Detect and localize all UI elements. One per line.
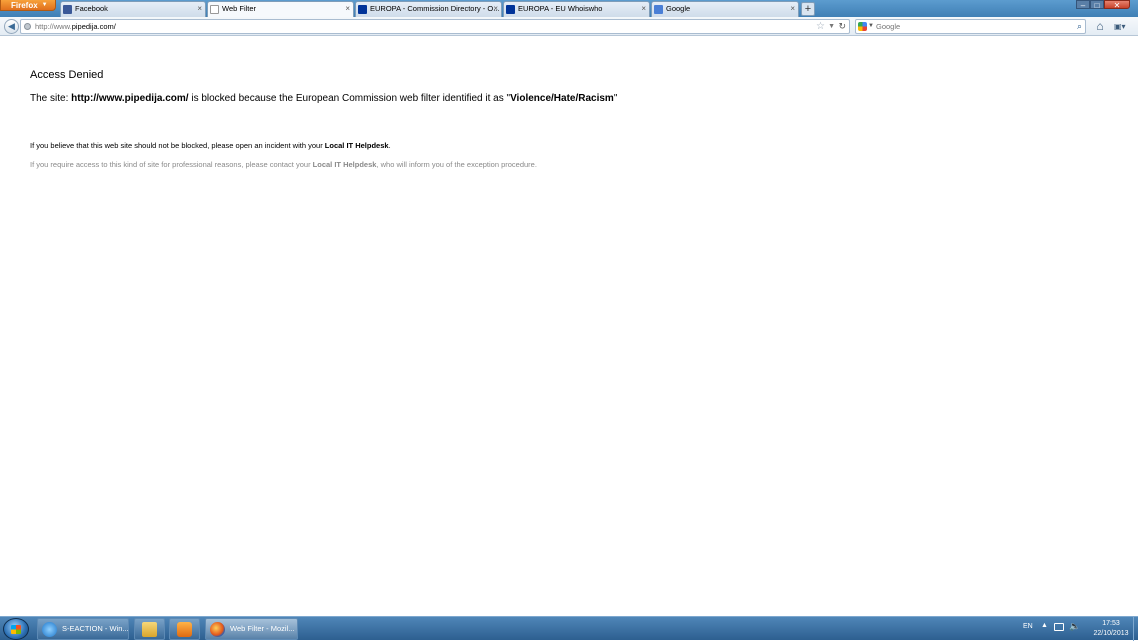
url-prefix: http://www. (35, 22, 72, 31)
task-label: Web Filter - Mozil... (230, 624, 295, 633)
close-icon[interactable]: × (641, 2, 646, 16)
close-icon[interactable]: × (790, 2, 795, 16)
blocked-message: The site: http://www.pipedija.com/ is bl… (30, 93, 617, 104)
chevron-down-icon[interactable]: ▼ (868, 20, 874, 33)
chevron-down-icon: ▼ (41, 2, 48, 9)
facebook-icon (63, 5, 72, 14)
show-desktop-button[interactable] (1133, 617, 1138, 641)
tab-label: Facebook (75, 4, 108, 13)
back-button[interactable]: ◀ (4, 19, 19, 34)
tab-label: EUROPA - EU Whoiswho (518, 4, 603, 13)
url-text: http://www.pipedija.com/ (35, 22, 116, 31)
home-icon: ⌂ (1096, 19, 1104, 33)
close-icon[interactable]: × (197, 2, 202, 16)
internet-explorer-icon (42, 622, 57, 637)
page-content: Access Denied The site: http://www.piped… (0, 37, 1138, 615)
helpdesk-suffix: . (388, 141, 391, 150)
helpdesk-prefix: If you believe that this web site should… (30, 141, 325, 150)
tab-strip: Firefox ▼ Facebook × Web Filter × EUROPA … (0, 0, 1138, 18)
start-button[interactable] (3, 618, 29, 640)
eu-flag-icon (358, 5, 367, 14)
task-label: S-EACTION - Win... (62, 624, 129, 633)
google-engine-icon[interactable] (858, 22, 867, 31)
new-tab-button[interactable]: + (801, 2, 815, 16)
chevron-up-icon[interactable]: ▲ (1041, 622, 1048, 629)
exception-helpdesk: Local IT Helpdesk (312, 160, 377, 169)
blocked-url: http://www.pipedija.com/ (71, 93, 189, 104)
bookmarks-menu-button[interactable]: ▣▾ (1114, 21, 1132, 32)
search-icon[interactable]: ⌕ (1077, 20, 1082, 33)
navigation-toolbar: ◀ http://www.pipedija.com/ ☆ ▼ ↻ ▼ ⌕ ⌂ ▣… (0, 17, 1138, 36)
page-title: Access Denied (30, 69, 104, 81)
taskbar-item-firefox[interactable]: Web Filter - Mozil... (205, 618, 298, 640)
minimize-button[interactable]: – (1076, 0, 1090, 10)
tab-facebook[interactable]: Facebook × (60, 1, 206, 17)
site-identity-icon[interactable] (24, 23, 31, 30)
volume-icon[interactable]: 🔈 (1069, 621, 1080, 632)
clock-time[interactable]: 17:53 (1091, 620, 1131, 627)
tab-eu-whoiswho[interactable]: EUROPA - EU Whoiswho × (503, 1, 650, 17)
message-middle: is blocked because the European Commissi… (188, 93, 511, 104)
search-input[interactable] (876, 21, 1066, 32)
message-prefix: The site: (30, 93, 72, 104)
firefox-menu-label: Firefox (11, 1, 38, 10)
tab-google[interactable]: Google × (651, 1, 799, 17)
url-bar[interactable]: http://www.pipedija.com/ ☆ ▼ ↻ (20, 19, 850, 34)
media-player-icon (177, 622, 192, 637)
back-arrow-icon: ◀ (8, 21, 15, 31)
exception-notice: If you require access to this kind of si… (30, 160, 537, 169)
eu-flag-icon (506, 5, 515, 14)
tab-label: Google (666, 4, 691, 13)
reload-icon[interactable]: ↻ (838, 20, 846, 33)
url-host: pipedija.com/ (71, 22, 116, 31)
exception-suffix: , who will inform you of the exception p… (376, 160, 537, 169)
helpdesk-notice: If you believe that this web site should… (30, 141, 391, 150)
message-suffix: " (613, 93, 618, 104)
history-dropdown-icon[interactable]: ▼ (828, 20, 835, 33)
bookmarks-icon: ▣▾ (1114, 22, 1126, 31)
close-window-button[interactable]: ✕ (1104, 0, 1130, 10)
tab-commission-directory[interactable]: EUROPA - Commission Directory - O... × (355, 1, 502, 17)
close-icon[interactable]: × (345, 2, 350, 16)
language-indicator[interactable]: EN (1023, 623, 1033, 630)
tab-web-filter[interactable]: Web Filter × (207, 1, 354, 18)
bookmark-star-icon[interactable]: ☆ (816, 20, 825, 33)
network-icon[interactable] (1054, 623, 1064, 631)
tab-label: Web Filter (222, 4, 257, 13)
helpdesk-name: Local IT Helpdesk (324, 141, 389, 150)
google-icon (654, 5, 663, 14)
search-bar: ▼ ⌕ (855, 19, 1086, 34)
home-button[interactable]: ⌂ (1092, 19, 1108, 34)
close-icon[interactable]: × (493, 2, 498, 16)
taskbar-item-explorer[interactable] (134, 618, 165, 640)
clock-date[interactable]: 22/10/2013 (1091, 630, 1131, 637)
block-category: Violence/Hate/Racism (510, 93, 614, 104)
taskbar-item-media-player[interactable] (169, 618, 200, 640)
taskbar-item-internet-explorer[interactable]: S-EACTION - Win... (37, 618, 129, 640)
taskbar: S-EACTION - Win... Web Filter - Mozil...… (0, 616, 1138, 641)
folder-icon (142, 622, 157, 637)
maximize-button[interactable]: □ (1090, 0, 1104, 10)
exception-prefix: If you require access to this kind of si… (30, 160, 313, 169)
blank-page-icon (210, 5, 219, 14)
tab-label: EUROPA - Commission Directory - O... (370, 4, 500, 13)
windows-logo-icon (11, 625, 21, 634)
firefox-menu-button[interactable]: Firefox ▼ (0, 0, 56, 11)
firefox-icon (210, 622, 225, 637)
